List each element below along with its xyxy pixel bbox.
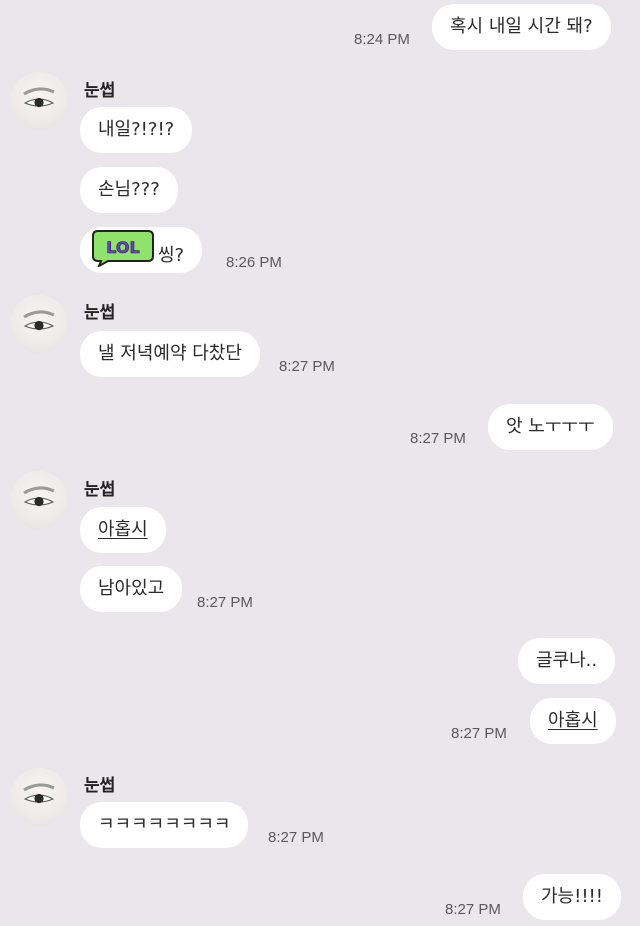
message-time: 8:27 PM: [279, 358, 335, 375]
message-time: 8:27 PM: [445, 901, 501, 918]
message-link-text[interactable]: 아홉시: [98, 519, 148, 540]
outgoing-message-bubble[interactable]: 앗 노ㅜㅜㅜ: [488, 404, 613, 450]
incoming-message-bubble[interactable]: 손님???: [80, 167, 178, 213]
sticker-text: LOL: [106, 238, 139, 257]
lol-sticker-icon: LOL: [90, 227, 156, 285]
message-time: 8:27 PM: [451, 725, 507, 742]
message-text: 손님???: [98, 179, 160, 200]
sender-avatar[interactable]: [10, 295, 68, 353]
incoming-message-bubble[interactable]: 내일?!?!?: [80, 107, 193, 153]
sender-avatar[interactable]: [10, 768, 68, 826]
eye-icon: [23, 486, 55, 507]
incoming-message-bubble[interactable]: LOL 씽?: [80, 227, 203, 273]
outgoing-message-bubble[interactable]: 글쿠나..: [518, 638, 616, 684]
sender-name: 눈썹: [84, 81, 116, 101]
message-time: 8:27 PM: [268, 829, 324, 846]
message-time: 8:24 PM: [354, 31, 410, 48]
message-text: ㅋㅋㅋㅋㅋㅋㅋㅋ: [98, 814, 231, 835]
outgoing-message-bubble[interactable]: 혹시 내일 시간 돼?: [432, 4, 611, 50]
message-link-text[interactable]: 아홉시: [548, 710, 598, 731]
eye-icon: [23, 310, 55, 331]
message-time: 8:26 PM: [226, 254, 282, 271]
sender-name: 눈썹: [84, 776, 116, 796]
message-time: 8:27 PM: [197, 594, 253, 611]
outgoing-message-bubble[interactable]: 아홉시: [530, 698, 616, 744]
sender-avatar[interactable]: [10, 471, 68, 529]
message-text: 앗 노ㅜㅜㅜ: [506, 416, 595, 437]
sender-name: 눈썹: [84, 303, 116, 323]
incoming-message-bubble[interactable]: 남아있고: [80, 566, 183, 612]
eye-icon: [23, 87, 55, 108]
message-text: 글쿠나..: [536, 650, 598, 671]
message-text: 혹시 내일 시간 돼?: [450, 16, 593, 37]
message-text: 낼 저녁예약 다찼단: [98, 343, 242, 364]
outgoing-message-bubble[interactable]: 가능!!!!: [523, 874, 621, 920]
message-time: 8:27 PM: [410, 430, 466, 447]
message-text: 가능!!!!: [541, 886, 603, 907]
message-text: 남아있고: [98, 578, 165, 599]
message-text: 내일?!?!?: [98, 119, 175, 140]
incoming-message-bubble[interactable]: ㅋㅋㅋㅋㅋㅋㅋㅋ: [80, 802, 249, 848]
incoming-message-bubble[interactable]: 아홉시: [80, 507, 166, 553]
message-text: 씽?: [158, 245, 185, 266]
sender-name: 눈썹: [84, 480, 116, 500]
sender-avatar[interactable]: [10, 72, 68, 130]
incoming-message-bubble[interactable]: 낼 저녁예약 다찼단: [80, 331, 260, 377]
eye-icon: [23, 783, 55, 804]
